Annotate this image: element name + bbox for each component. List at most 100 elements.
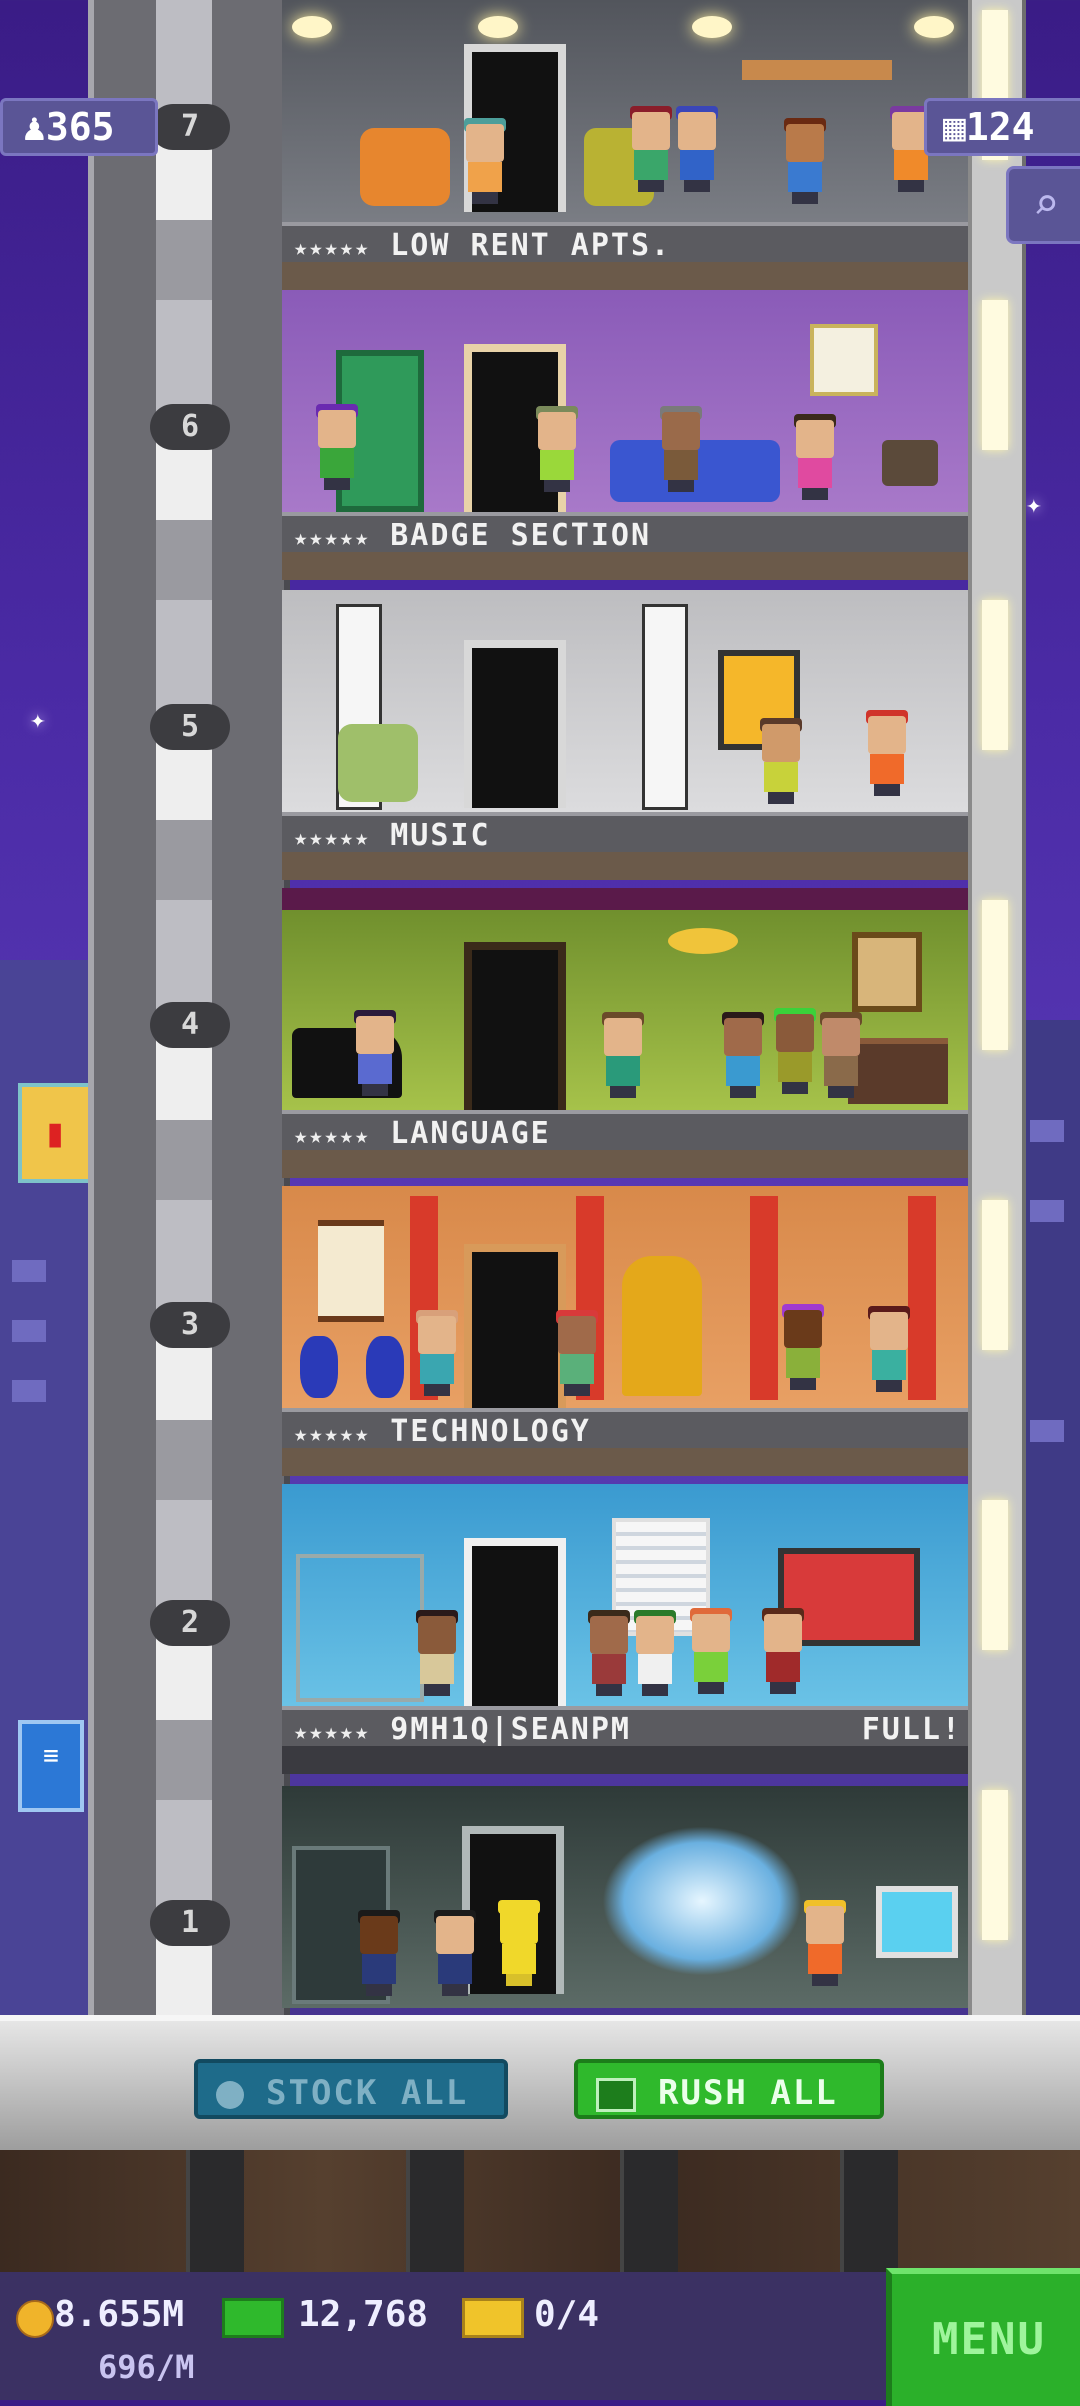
floor-3-sign[interactable]: ★★★★★ TECHNOLOGY bbox=[282, 1408, 968, 1452]
lobby-floor-1[interactable] bbox=[282, 1786, 968, 2008]
orange-armchair bbox=[360, 128, 450, 206]
tenant[interactable] bbox=[586, 1610, 632, 1696]
clock-icon bbox=[216, 2080, 244, 2109]
tenant[interactable] bbox=[866, 1306, 912, 1392]
floor-5-sign[interactable]: ★★★★★ MUSIC bbox=[282, 812, 968, 856]
tenant[interactable] bbox=[818, 1012, 864, 1098]
floor-3-room[interactable] bbox=[282, 1186, 968, 1408]
background-building bbox=[1018, 1020, 1080, 2020]
population-counter[interactable]: ♟365 bbox=[0, 98, 158, 156]
coins-amount: 8.655M bbox=[54, 2294, 185, 2335]
golden-throne bbox=[622, 1256, 702, 1396]
tickets-count: 0/4 bbox=[534, 2294, 600, 2335]
floor-7[interactable]: ★★★★★ LOW RENT APTS. bbox=[282, 0, 968, 290]
hazmat-worker[interactable] bbox=[496, 1900, 542, 1986]
floor-6[interactable]: ★★★★★ BADGE SECTION bbox=[282, 290, 968, 580]
coin-icon bbox=[16, 2300, 54, 2338]
floor-number-6: 6 bbox=[150, 404, 230, 450]
framed-portrait bbox=[852, 932, 922, 1012]
tenant[interactable] bbox=[414, 1610, 460, 1696]
tenant[interactable] bbox=[688, 1608, 734, 1694]
tenant[interactable] bbox=[352, 1010, 398, 1096]
floors-counter[interactable]: ▦124 bbox=[924, 98, 1080, 156]
floor-number-2: 2 bbox=[150, 1600, 230, 1646]
floor-6-sign[interactable]: ★★★★★ BADGE SECTION bbox=[282, 512, 968, 556]
elevator-door[interactable] bbox=[464, 942, 566, 1110]
floor-number-4: 4 bbox=[150, 1002, 230, 1048]
elevator-door[interactable] bbox=[464, 640, 566, 808]
computer-terminal bbox=[876, 1886, 958, 1958]
floor-rating-stars: ★★★★★ bbox=[294, 1422, 371, 1447]
tenant[interactable] bbox=[632, 1610, 678, 1696]
tenant[interactable] bbox=[462, 118, 508, 204]
tenant[interactable] bbox=[658, 406, 704, 492]
floor-2[interactable]: ★★★★★ 9MH1Q|SEANPM FULL! bbox=[282, 1484, 968, 1774]
stock-all-button[interactable]: STOCK ALL bbox=[194, 2059, 508, 2119]
floor-2-room[interactable] bbox=[282, 1484, 968, 1706]
tenant[interactable] bbox=[802, 1900, 848, 1986]
floor-number-1: 1 bbox=[150, 1900, 230, 1946]
tenant[interactable] bbox=[414, 1310, 460, 1396]
purple-curtain bbox=[282, 888, 968, 910]
tenant[interactable] bbox=[720, 1012, 766, 1098]
white-pillar bbox=[642, 604, 688, 810]
tenant[interactable] bbox=[356, 1910, 402, 1996]
floor-name: TECHNOLOGY bbox=[390, 1414, 591, 1449]
twinkle-star: ✦ bbox=[1026, 490, 1042, 520]
red-column bbox=[908, 1196, 936, 1400]
tenant[interactable] bbox=[772, 1008, 818, 1094]
floor-2-sign[interactable]: ★★★★★ 9MH1Q|SEANPM FULL! bbox=[282, 1706, 968, 1750]
blue-vase bbox=[366, 1336, 404, 1398]
tenant[interactable] bbox=[432, 1910, 478, 1996]
elevator-door[interactable] bbox=[464, 1538, 566, 1706]
floor-number-7: 7 bbox=[150, 104, 230, 150]
tenant[interactable] bbox=[600, 1012, 646, 1098]
floor-4-room[interactable] bbox=[282, 888, 968, 1110]
tenant[interactable] bbox=[864, 710, 910, 796]
retro-tv bbox=[882, 440, 938, 486]
floor-name: MUSIC bbox=[390, 818, 491, 853]
person-icon: ♟ bbox=[23, 105, 46, 149]
floor-name: LANGUAGE bbox=[390, 1116, 551, 1151]
tenant[interactable] bbox=[628, 106, 674, 192]
floor-4-sign[interactable]: ★★★★★ LANGUAGE bbox=[282, 1110, 968, 1154]
elevator-door[interactable] bbox=[464, 1244, 566, 1408]
tenant[interactable] bbox=[314, 404, 360, 490]
floor-5-room[interactable] bbox=[282, 590, 968, 812]
tenant[interactable] bbox=[554, 1310, 600, 1396]
action-bar: STOCK ALL RUSH ALL bbox=[0, 2015, 1080, 2156]
coins-rate: 696/M bbox=[98, 2348, 195, 2386]
game-poster bbox=[810, 324, 878, 396]
red-column bbox=[750, 1196, 778, 1400]
tenant[interactable] bbox=[674, 106, 720, 192]
floor-7-room[interactable] bbox=[282, 0, 968, 222]
floor-rating-stars: ★★★★★ bbox=[294, 236, 371, 261]
building-icon: ▦ bbox=[943, 105, 966, 149]
search-icon[interactable]: ⌕ bbox=[1006, 166, 1080, 244]
fries-billboard-icon[interactable]: ▮ bbox=[18, 1083, 92, 1183]
bookshelf bbox=[742, 60, 892, 80]
floor-rating-stars: ★★★★★ bbox=[294, 526, 371, 551]
floor-number-3: 3 bbox=[150, 1302, 230, 1348]
tenant[interactable] bbox=[780, 1304, 826, 1390]
rush-all-button[interactable]: RUSH ALL bbox=[574, 2059, 884, 2119]
tenant[interactable] bbox=[792, 414, 838, 500]
floor-name: 9MH1Q|SEANPM bbox=[390, 1712, 631, 1747]
floor-rating-stars: ★★★★★ bbox=[294, 826, 371, 851]
twinkle-star: ✦ bbox=[30, 705, 46, 735]
menu-button[interactable]: MENU bbox=[886, 2268, 1080, 2406]
foundation bbox=[0, 2150, 1080, 2272]
floor-6-room[interactable] bbox=[282, 290, 968, 512]
tenant[interactable] bbox=[760, 1608, 806, 1694]
floor-4[interactable]: ★★★★★ LANGUAGE bbox=[282, 888, 968, 1178]
bux-icon bbox=[596, 2077, 636, 2112]
floor-7-sign[interactable]: ★★★★★ LOW RENT APTS. bbox=[282, 222, 968, 266]
hologram-display bbox=[602, 1826, 802, 1976]
tenant[interactable] bbox=[758, 718, 804, 804]
floor-3[interactable]: ★★★★★ TECHNOLOGY bbox=[282, 1186, 968, 1476]
floor-5[interactable]: ★★★★★ MUSIC bbox=[282, 590, 968, 880]
tenant[interactable] bbox=[782, 118, 828, 204]
green-armchair bbox=[338, 724, 418, 802]
document-billboard-icon[interactable]: ≡ bbox=[18, 1720, 84, 1812]
tenant[interactable] bbox=[534, 406, 580, 492]
